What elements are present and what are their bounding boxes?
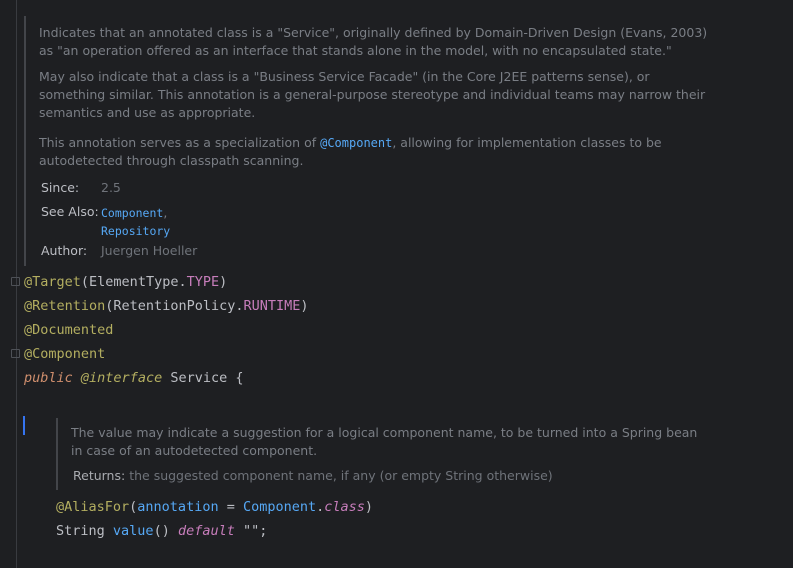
equals: = [218,499,243,515]
parens: () [153,523,170,539]
code-line-target[interactable]: @Target(ElementType.TYPE) [24,270,227,294]
doc-line: Indicates that an annotated class is a "… [39,25,708,40]
text-caret [23,416,25,435]
doc-line: in case of an autodetected component. [71,443,318,458]
annotation-retention: @Retention [24,298,106,314]
author-label: Author: [41,243,88,258]
code-line-component[interactable]: @Component [24,342,105,366]
doc-line: autodetected through classpath scanning. [39,153,304,168]
code-line-value[interactable]: String value() default ""; [56,519,267,543]
code-line-aliasfor[interactable]: @AliasFor(annotation = Component.class) [56,495,373,519]
see-also-values: Component, Repository [101,204,170,240]
doc-paragraph-value: The value may indicate a suggestion for … [71,424,697,460]
doc-line: semantics and use as appropriate. [39,105,256,120]
method-value: value [112,523,154,539]
keyword-class: class [324,499,365,515]
see-also-separator: , [163,205,168,220]
doc-paragraph-1: Indicates that an annotated class is a "… [39,24,707,60]
string-literal: "" [243,523,260,539]
doc-paragraph-2: May also indicate that a class is a "Bus… [39,68,705,122]
since-label: Since: [41,180,80,195]
code-line-retention[interactable]: @Retention(RetentionPolicy.RUNTIME) [24,294,309,318]
rendered-javadoc-service[interactable]: Indicates that an annotated class is a "… [24,16,707,266]
semicolon: ; [259,523,268,539]
enum-constant: RUNTIME [243,298,301,314]
fold-toggle-icon[interactable] [11,277,20,286]
annotation-aliasfor: @AliasFor [56,499,130,515]
paren: ) [219,274,228,290]
returns-row: Returns: the suggested component name, i… [73,468,553,483]
code-line-documented[interactable]: @Documented [24,318,113,342]
doc-line: The value may indicate a suggestion for … [71,425,698,440]
type-name-service: Service [170,370,228,386]
doc-text: , allowing for implementation classes to… [392,135,662,150]
see-also-component-link[interactable]: Component [101,206,163,220]
author-row: Author: Juergen Hoeller [41,243,197,258]
keyword-default: default [177,523,235,539]
rendered-javadoc-value[interactable]: The value may indicate a suggestion for … [56,418,698,490]
doc-text: This annotation serves as a specializati… [39,135,321,150]
doc-line: May also indicate that a class is a "Bus… [39,69,650,84]
doc-line: as "an operation offered as an interface… [39,43,672,58]
returns-value: the suggested component name, if any (or… [129,468,553,483]
paren: ) [364,499,374,515]
keyword-interface-at: @interface [81,370,162,386]
since-row: Since: 2.5 [41,180,121,195]
doc-paragraph-3: This annotation serves as a specializati… [39,134,662,170]
annotation-component: @Component [24,346,106,362]
paren: ) [300,298,309,314]
returns-label: Returns: [73,468,126,483]
annotation-target: @Target [24,274,81,290]
class-ref: ElementType [89,274,179,290]
dot: . [178,274,187,290]
component-link[interactable]: @Component [320,136,392,150]
see-also-repository-link[interactable]: Repository [101,224,170,238]
annotation-documented: @Documented [24,322,114,338]
code-line-declaration[interactable]: public @interface Service { [24,366,244,390]
paren: ( [80,274,90,290]
fold-toggle-icon[interactable] [11,349,20,358]
param-annotation: annotation [137,499,219,515]
class-ref: RetentionPolicy [113,298,236,314]
author-value: Juergen Hoeller [101,243,198,258]
keyword-public: public [24,370,73,386]
see-also-row: See Also: Component, Repository [41,204,170,238]
keyword-interface: @interface [80,370,163,386]
class-ref-component: Component [242,499,317,515]
enum-constant: TYPE [186,274,220,290]
see-also-label: See Also: [41,204,99,219]
brace: { [235,370,244,386]
since-value: 2.5 [101,180,121,195]
type-string: String [56,523,105,539]
doc-line: something similar. This annotation is a … [39,87,706,102]
